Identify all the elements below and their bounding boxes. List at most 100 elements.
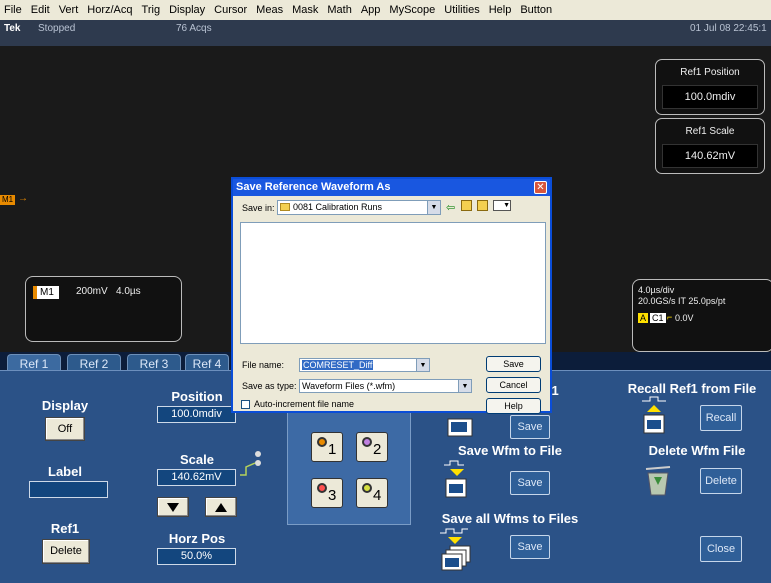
- color-dot-icon: [317, 437, 327, 447]
- save-in-label: Save in:: [242, 203, 275, 213]
- arrow-right-icon: →: [18, 193, 28, 204]
- scale-title: Scale: [180, 452, 214, 467]
- m1-time: 4.0µs: [116, 286, 141, 297]
- delete-wfm-button[interactable]: Delete: [700, 468, 742, 494]
- horz-pos-title: Horz Pos: [168, 531, 226, 546]
- math1-button[interactable]: 1: [311, 432, 343, 462]
- math2-button[interactable]: 2: [356, 432, 388, 462]
- math1-number: 1: [328, 441, 337, 458]
- save-to-file-icon: [444, 460, 467, 498]
- scale-field[interactable]: 140.62mV: [157, 469, 236, 486]
- math3-button[interactable]: 3: [311, 478, 343, 508]
- ref1-position-readout[interactable]: Ref1 Position 100.0mdiv: [655, 59, 765, 115]
- menu-help[interactable]: Help: [489, 4, 512, 16]
- status-bar: Tek Stopped 76 Acqs 01 Jul 08 22:45:1: [0, 20, 771, 46]
- close-panel-button[interactable]: Close: [700, 536, 742, 562]
- save-all-button[interactable]: Save: [510, 535, 550, 559]
- menu-file[interactable]: File: [4, 4, 22, 16]
- menu-trig[interactable]: Trig: [142, 4, 161, 16]
- recall-title: Recall Ref1 from File: [627, 381, 757, 396]
- horz-scale: 4.0µs/div: [638, 285, 675, 295]
- trigger-level: 0.0V: [675, 313, 694, 323]
- menu-myscope[interactable]: MyScope: [389, 4, 435, 16]
- menu-utilities[interactable]: Utilities: [444, 4, 479, 16]
- math3-number: 3: [328, 487, 337, 504]
- brand-label: Tek: [4, 23, 21, 34]
- recall-button[interactable]: Recall: [700, 405, 742, 431]
- math4-number: 4: [373, 487, 382, 504]
- save-all-title: Save all Wfms to Files: [441, 511, 579, 526]
- math2-number: 2: [373, 441, 382, 458]
- autoinc-label: Auto-increment file name: [254, 399, 355, 409]
- dropdown-arrow-icon: ▼: [458, 380, 471, 392]
- ref1-position-label: Ref1 Position: [680, 67, 740, 78]
- save-all-files-icon: [440, 528, 471, 571]
- m1-channel-box[interactable]: M1 200mV 4.0µs: [25, 276, 182, 342]
- scale-down-button[interactable]: [157, 497, 189, 517]
- save-wfm-title: Save Wfm to File: [457, 443, 563, 458]
- save-ref1-button[interactable]: Save: [510, 415, 550, 439]
- dropdown-arrow-icon: ▼: [416, 359, 429, 371]
- math4-button[interactable]: 4: [356, 478, 388, 508]
- label-input[interactable]: [29, 481, 108, 498]
- menu-vert[interactable]: Vert: [59, 4, 79, 16]
- position-field[interactable]: 100.0mdiv: [157, 406, 236, 423]
- color-dot-icon: [362, 483, 372, 493]
- back-icon[interactable]: ⇦: [446, 201, 455, 214]
- menu-app[interactable]: App: [361, 4, 381, 16]
- menu-display[interactable]: Display: [169, 4, 205, 16]
- ref1-scale-label: Ref1 Scale: [685, 126, 735, 137]
- filename-input[interactable]: COMRESET_Diff ▼: [299, 358, 430, 372]
- up-folder-icon[interactable]: [461, 200, 472, 211]
- save-as-type-select[interactable]: Waveform Files (*.wfm) ▼: [299, 379, 472, 393]
- menu-button[interactable]: Button: [520, 4, 552, 16]
- ref1-position-value: 100.0mdiv: [662, 85, 758, 109]
- dialog-close-icon[interactable]: ✕: [534, 181, 547, 194]
- view-menu-icon[interactable]: ▼: [493, 200, 511, 211]
- acq-state: Stopped: [38, 23, 76, 34]
- horz-pos-field[interactable]: 50.0%: [157, 548, 236, 565]
- menu-cursor[interactable]: Cursor: [214, 4, 247, 16]
- label-title: Label: [48, 464, 82, 479]
- save-as-type-value: Waveform Files (*.wfm): [302, 381, 396, 391]
- ref1-delete-button[interactable]: Delete: [42, 539, 90, 564]
- display-off-button[interactable]: Off: [45, 417, 85, 441]
- recycle-bin-icon: [645, 466, 671, 496]
- trigger-a-badge: A: [638, 313, 649, 323]
- dialog-title: Save Reference Waveform As: [233, 179, 550, 196]
- menu-edit[interactable]: Edit: [31, 4, 50, 16]
- save-in-combo[interactable]: 0081 Calibration Runs ▼: [277, 200, 441, 215]
- position-title: Position: [171, 389, 223, 404]
- dialog-cancel-button[interactable]: Cancel: [486, 377, 541, 393]
- save-as-type-label: Save as type:: [242, 381, 297, 391]
- autoinc-checkbox[interactable]: [241, 400, 250, 409]
- ref1-scale-readout[interactable]: Ref1 Scale 140.62mV: [655, 118, 765, 174]
- triangle-down-icon: [167, 503, 179, 512]
- m1-marker[interactable]: M1 →: [0, 193, 28, 205]
- dialog-save-button[interactable]: Save: [486, 356, 541, 372]
- menu-mask[interactable]: Mask: [292, 4, 318, 16]
- acq-count: 76 Acqs: [176, 23, 212, 34]
- dialog-help-button[interactable]: Help: [486, 398, 541, 414]
- menu-math[interactable]: Math: [327, 4, 351, 16]
- m1-scale: 200mV: [76, 286, 108, 297]
- m1-marker-label: M1: [0, 195, 16, 205]
- rising-edge-icon: ⌐: [667, 312, 673, 322]
- datetime: 01 Jul 08 22:45:1: [690, 23, 767, 34]
- trigger-channel-badge: C1: [650, 313, 666, 323]
- math-source-group: Math 1 2 3 4: [287, 401, 411, 525]
- menu-meas[interactable]: Meas: [256, 4, 283, 16]
- folder-icon: [280, 203, 290, 211]
- horizontal-readout-box[interactable]: 4.0µs/div 20.0GS/s IT 25.0ps/pt A C1 ⌐ 0…: [632, 279, 771, 352]
- delete-wfm-title: Delete Wfm File: [648, 443, 746, 458]
- filename-value: COMRESET_Diff: [302, 360, 374, 370]
- scale-up-button[interactable]: [205, 497, 237, 517]
- waveform-file-icon: [447, 418, 473, 437]
- save-in-value: 0081 Calibration Runs: [293, 202, 383, 212]
- file-list[interactable]: [240, 222, 546, 344]
- save-wfm-button[interactable]: Save: [510, 471, 550, 495]
- new-folder-icon[interactable]: [477, 200, 488, 211]
- menu-horz-acq[interactable]: Horz/Acq: [87, 4, 132, 16]
- ref1-scale-value: 140.62mV: [662, 144, 758, 168]
- recall-file-icon: [642, 396, 666, 434]
